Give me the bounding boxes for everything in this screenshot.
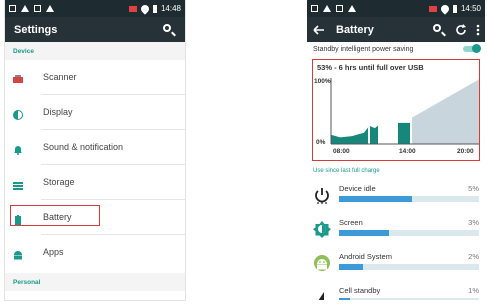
refresh-icon[interactable]: [454, 23, 468, 37]
app-bar: Settings: [5, 17, 185, 42]
graph-title: 53% - 6 hrs until full over USB: [317, 63, 424, 72]
android-system-icon: [313, 254, 331, 272]
settings-item-storage[interactable]: Storage: [5, 165, 185, 199]
usage-item-cell-standby[interactable]: Cell standby 1%: [307, 283, 485, 300]
search-icon[interactable]: [162, 23, 176, 37]
usage-item-device-idle[interactable]: Device idle 5%: [307, 181, 485, 215]
usage-percent: 2%: [468, 252, 479, 261]
y-tick-top: 100%: [314, 78, 331, 85]
usage-name: Android System: [339, 252, 392, 261]
power-icon: [313, 186, 331, 204]
back-arrow-icon[interactable]: [312, 23, 326, 37]
use-since-full-charge-link[interactable]: Use since last full charge: [307, 161, 485, 181]
status-bar: 14:50: [307, 0, 485, 17]
usage-item-screen[interactable]: Screen 3%: [307, 215, 485, 249]
section-device: Device: [5, 42, 185, 60]
x-tick-label: 08:00: [333, 148, 350, 155]
settings-item-display[interactable]: Display: [5, 95, 185, 129]
x-tick-label: 20:00: [457, 148, 474, 155]
battery-history-area: [331, 127, 368, 144]
usage-percent: 3%: [468, 218, 479, 227]
usage-bar: [339, 230, 479, 236]
battery-screen: 14:50 Battery Standby intelligent power …: [307, 0, 485, 300]
usage-name: Cell standby: [339, 286, 381, 295]
settings-item-apps[interactable]: Apps: [5, 235, 185, 269]
usage-bar-fill: [339, 230, 390, 236]
settings-item-label: Sound & notification: [43, 142, 124, 152]
standby-power-saving-row[interactable]: Standby intelligent power saving: [307, 42, 485, 56]
lock-icon: [34, 5, 41, 12]
battery-history-area: [370, 125, 378, 144]
lock-icon: [336, 5, 343, 12]
location-icon: [46, 5, 54, 12]
usage-bar-fill: [339, 196, 412, 202]
standby-label: Standby intelligent power saving: [313, 45, 414, 53]
toggle-knob: [472, 44, 481, 53]
usage-percent: 5%: [468, 184, 479, 193]
usage-bar: [339, 298, 479, 300]
display-icon: [13, 107, 23, 120]
app-bar: Battery: [307, 17, 485, 42]
usage-name: Screen: [339, 218, 363, 227]
settings-screen: 14:48 Settings Device Scanner Display So…: [5, 0, 185, 300]
sim-icon: [428, 5, 437, 12]
settings-item-label: Apps: [43, 247, 64, 257]
settings-item-battery[interactable]: Battery: [5, 200, 185, 234]
usage-name: Device idle: [339, 184, 376, 193]
battery-status-icon: [452, 4, 457, 13]
battery-icon: [13, 212, 23, 225]
settings-item-label: Display: [43, 107, 73, 117]
notification-icon: [311, 5, 318, 12]
usage-percent: 1%: [468, 286, 479, 295]
search-icon[interactable]: [432, 23, 446, 37]
battery-graph-card: 53% - 6 hrs until full over USB 100% 0% …: [312, 59, 480, 161]
battery-history-area: [398, 122, 410, 144]
settings-item-label: Scanner: [43, 72, 77, 82]
page-title: Settings: [14, 23, 58, 36]
status-bar: 14:48: [5, 0, 185, 17]
status-time: 14:50: [460, 4, 481, 13]
battery-status-icon: [152, 4, 157, 13]
usage-list: Device idle 5% Screen 3% Android System 2%: [307, 181, 485, 300]
wifi-icon: [139, 2, 151, 15]
battery-graph: 100% 0% 08:00 14:00 20:00: [314, 78, 479, 155]
settings-item-scanner[interactable]: Scanner: [5, 60, 185, 94]
usage-bar: [339, 196, 479, 202]
wifi-icon: [439, 2, 451, 15]
android-icon: [13, 247, 23, 260]
sim-icon: [128, 5, 137, 12]
usb-icon: [323, 5, 331, 12]
battery-forecast-area: [412, 79, 479, 144]
usage-bar-fill: [339, 264, 363, 270]
status-time: 14:48: [160, 4, 181, 13]
usage-bar: [339, 264, 479, 270]
page-title: Battery: [336, 23, 374, 36]
notification-icon: [9, 5, 16, 12]
y-tick-bottom: 0%: [316, 139, 326, 146]
settings-item-label: Storage: [43, 177, 75, 187]
scanner-icon: [13, 72, 23, 83]
storage-icon: [13, 177, 23, 190]
settings-item-sound[interactable]: Sound & notification: [5, 130, 185, 164]
bell-icon: [13, 142, 23, 155]
usage-item-android-system[interactable]: Android System 2%: [307, 249, 485, 283]
section-personal: Personal: [5, 273, 185, 291]
signal-icon: [313, 288, 331, 300]
x-tick-label: 14:00: [399, 148, 416, 155]
battery-highlight-box: [10, 205, 100, 226]
standby-toggle[interactable]: [463, 44, 481, 53]
brightness-icon: [313, 220, 331, 238]
location-icon: [348, 5, 356, 12]
usb-icon: [21, 5, 29, 12]
usage-bar-fill: [339, 298, 351, 300]
overflow-menu-icon[interactable]: [476, 23, 480, 37]
